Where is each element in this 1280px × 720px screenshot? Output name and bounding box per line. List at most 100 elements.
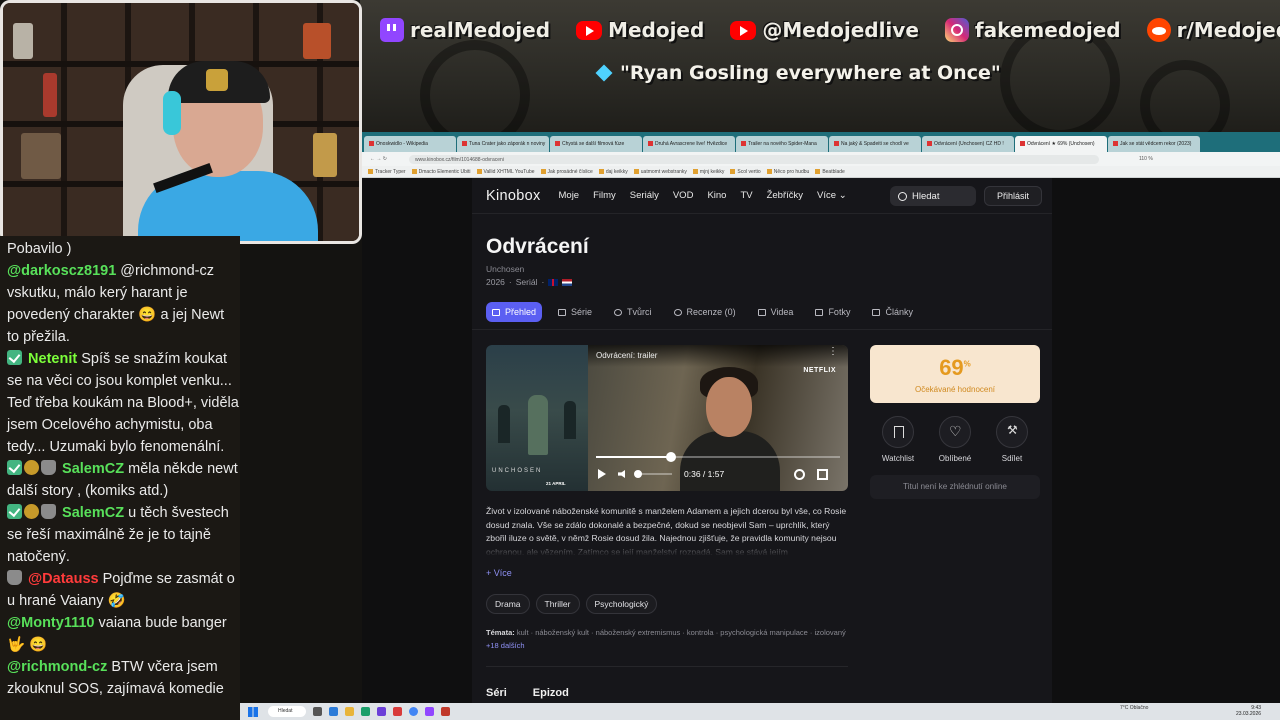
- chat-username[interactable]: SalemCZ: [62, 505, 124, 521]
- site-logo[interactable]: Kinobox: [486, 188, 541, 204]
- bookmark[interactable]: Něco pro hudbu: [766, 169, 809, 175]
- browser-tab[interactable]: Tuna Crater jako záporák n noviny: [457, 136, 549, 152]
- youtube-icon: [576, 20, 603, 40]
- zoom-level[interactable]: 110 %: [1139, 156, 1153, 162]
- forward-icon[interactable]: →: [376, 156, 381, 162]
- tab-clanky[interactable]: Články: [866, 302, 919, 322]
- chat-username[interactable]: @richmond-cz: [7, 659, 107, 675]
- bookmarks-bar: Tracker Typer Dmacto Elementic Ubiti Val…: [362, 166, 1280, 178]
- url-field[interactable]: www.kinobox.cz/film/1014688-odvraceni: [408, 154, 1099, 164]
- login-button[interactable]: Přihlásit: [984, 186, 1042, 206]
- show-more-link[interactable]: + Více: [486, 568, 512, 578]
- nav-zebricky[interactable]: Žebříčky: [767, 190, 803, 201]
- app-icon[interactable]: [377, 707, 386, 716]
- chat-message: @Datauss Pojďme se zasmát o u hrané Vaia…: [7, 570, 235, 609]
- chat-username[interactable]: SalemCZ: [62, 461, 124, 477]
- search-button[interactable]: Hledat: [890, 186, 976, 206]
- chat-username[interactable]: @Monty1110: [7, 615, 94, 631]
- nav-serialy[interactable]: Seriály: [630, 190, 659, 201]
- themes-list[interactable]: kult · náboženský kult · náboženský extr…: [517, 628, 846, 637]
- tab-tvurci[interactable]: Tvůrci: [608, 302, 658, 322]
- bookmark-icon: [882, 416, 914, 448]
- chat-message: Netenit Spíš se snažím koukat se na věci…: [7, 350, 239, 455]
- browser-tab[interactable]: Odvrácení (Unchosen) CZ HD !: [922, 136, 1014, 152]
- browser-tab[interactable]: Chystá se další filmová fúze: [550, 136, 642, 152]
- chrome-icon[interactable]: [409, 707, 418, 716]
- app-icon[interactable]: [393, 707, 402, 716]
- tab-serie[interactable]: Série: [552, 302, 598, 322]
- chat-username[interactable]: @Datauss: [28, 571, 99, 587]
- genre-chip[interactable]: Drama: [486, 594, 530, 614]
- nav-moje[interactable]: Moje: [559, 190, 580, 201]
- task-view-icon[interactable]: [313, 707, 322, 716]
- bookmark[interactable]: Tracker Typer: [368, 169, 406, 175]
- mute-icon[interactable]: [618, 470, 625, 478]
- bookmark[interactable]: Scol vertio: [730, 169, 761, 175]
- watchlist-button[interactable]: Watchlist: [870, 416, 926, 463]
- browser-tab[interactable]: Onoskwidlo - Wikipedia: [364, 136, 456, 152]
- bookmark[interactable]: Jak prosádné číslice: [540, 169, 593, 175]
- share-button[interactable]: Sdílet: [984, 416, 1040, 463]
- app-icon[interactable]: [329, 707, 338, 716]
- social-handle: fakemedojed: [974, 18, 1121, 42]
- coin-badge-icon: [24, 504, 39, 519]
- chat-username[interactable]: Netenit: [28, 351, 77, 367]
- nav-vice[interactable]: Více ⌄: [817, 190, 847, 201]
- tab-prehled[interactable]: Přehled: [486, 302, 543, 322]
- reload-icon[interactable]: ↻: [383, 156, 387, 162]
- poster-date: 21 APRIL: [546, 481, 566, 486]
- browser-tab-active[interactable]: Odvrácení ★ 69% (Unchosen): [1015, 136, 1107, 152]
- social-instagram: fakemedojed: [944, 18, 1121, 42]
- kinobox-page: Kinobox Moje Filmy Seriály VOD Kino TV Ž…: [472, 178, 1052, 704]
- browser-tab[interactable]: Druhá Avrascrene live! Hvězdice: [643, 136, 735, 152]
- social-reddit: r/MedojedSubMissions: [1146, 18, 1280, 42]
- taskbar-search[interactable]: Hledat: [268, 706, 306, 717]
- progress-knob[interactable]: [665, 452, 676, 462]
- bookmark[interactable]: uatmomt webstranky: [633, 169, 687, 175]
- more-options-icon[interactable]: ⋮: [828, 347, 838, 357]
- tab-fotky[interactable]: Fotky: [809, 302, 856, 322]
- poster-image[interactable]: UNCHOSEN 21 APRIL: [486, 345, 588, 491]
- video-icon: [757, 308, 766, 316]
- app-icon[interactable]: [441, 707, 450, 716]
- nav-tv[interactable]: TV: [740, 190, 752, 201]
- favorite-button[interactable]: Oblíbené: [927, 416, 983, 463]
- nav-kino[interactable]: Kino: [707, 190, 726, 201]
- play-icon[interactable]: [598, 469, 606, 479]
- weather-widget[interactable]: 7°C Oblačno: [1120, 705, 1148, 711]
- social-links: realMedojed Medojed @Medojedlive fakemed…: [380, 18, 1280, 42]
- volume-slider[interactable]: [634, 470, 672, 478]
- nav-vod[interactable]: VOD: [673, 190, 694, 201]
- twitch-app-icon[interactable]: [425, 707, 434, 716]
- site-nav: Kinobox Moje Filmy Seriály VOD Kino TV Ž…: [472, 178, 1052, 214]
- bookmark[interactable]: Vallid XHTML YouTube: [476, 169, 535, 175]
- browser-tab[interactable]: Jak se stát vědcem rekor (2023): [1108, 136, 1200, 152]
- verified-badge-icon: [7, 460, 22, 475]
- nav-filmy[interactable]: Filmy: [593, 190, 616, 201]
- back-icon[interactable]: ←: [370, 156, 375, 162]
- video-player[interactable]: Odvrácení: trailer ⋮ NETFLIX 0:36 / 1:57: [588, 345, 848, 491]
- chat-message: SalemCZ měla někde newt další story , (k…: [7, 460, 238, 499]
- tab-videa[interactable]: Videa: [752, 302, 800, 322]
- fullscreen-icon[interactable]: [817, 468, 829, 480]
- bookmark[interactable]: mjnj keikky: [692, 169, 724, 175]
- genre-chip[interactable]: Psychologický: [585, 594, 658, 614]
- folder-icon[interactable]: [345, 707, 354, 716]
- themes-more-link[interactable]: +18 dalších: [486, 641, 525, 650]
- browser-tab[interactable]: Trailer na nového Spider-Mana: [736, 136, 828, 152]
- clock[interactable]: 9:43 23.03.2026: [1236, 705, 1261, 717]
- bookmark[interactable]: Dmacto Elementic Ubiti: [411, 169, 471, 175]
- app-icon[interactable]: [361, 707, 370, 716]
- browser-tab[interactable]: Na jaký & Spadeiti se chodí ve: [829, 136, 921, 152]
- bookmark[interactable]: Beatblade: [815, 169, 845, 175]
- twitch-icon: [380, 18, 404, 42]
- tab-recenze[interactable]: Recenze (0): [668, 302, 742, 322]
- windows-start-icon[interactable]: [248, 706, 258, 717]
- video-progress-bar[interactable]: [596, 452, 840, 462]
- gear-icon[interactable]: [794, 468, 806, 480]
- bookmark[interactable]: daj keikky: [598, 169, 628, 175]
- chat-username[interactable]: @darkoscz8191: [7, 263, 116, 279]
- instagram-icon: [944, 18, 969, 42]
- quote-text: "Ryan Gosling everywhere at Once": [620, 62, 1001, 84]
- genre-chip[interactable]: Thriller: [535, 594, 580, 614]
